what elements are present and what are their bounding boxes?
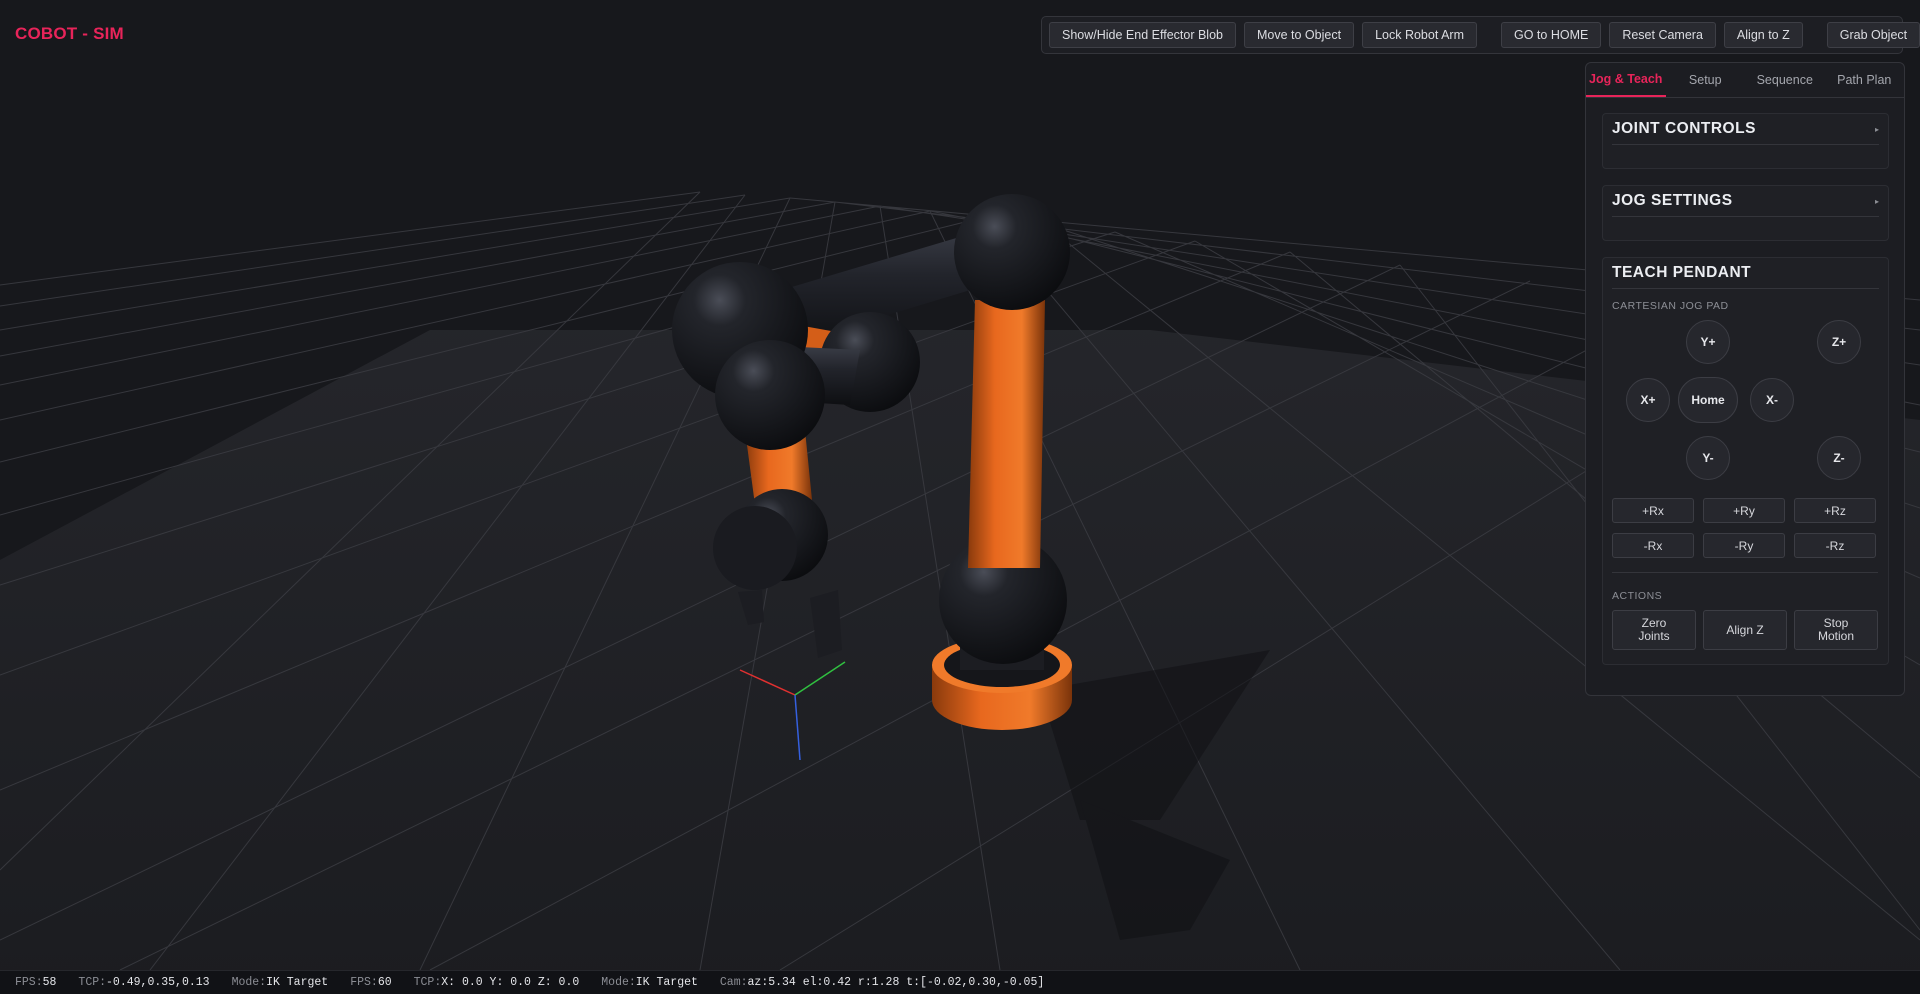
rotate-rx-plus-button[interactable]: +Rx <box>1612 498 1694 523</box>
zero-joints-button[interactable]: Zero Joints <box>1612 610 1696 650</box>
app-title: COBOT - SIM <box>15 24 124 43</box>
camera-label: Cam: <box>719 976 748 989</box>
teach-pendant-title: TEACH PENDANT <box>1612 264 1752 281</box>
go-to-home-button[interactable]: GO to HOME <box>1501 22 1602 48</box>
status-bar: FPS: 58 TCP: -0.49,0.35,0.13 Mode: IK Ta… <box>0 970 1920 994</box>
tcp-label: TCP: <box>413 976 442 989</box>
jog-settings-section: JOG SETTINGS ▸ <box>1602 185 1889 241</box>
teach-pendant-section: TEACH PENDANT CARTESIAN JOG PAD Y+ Z+ X+… <box>1602 257 1889 665</box>
lock-robot-arm-button[interactable]: Lock Robot Arm <box>1362 22 1477 48</box>
tab-sequence[interactable]: Sequence <box>1745 63 1825 97</box>
move-to-object-button[interactable]: Move to Object <box>1243 22 1355 48</box>
section-divider <box>1612 572 1878 573</box>
align-to-z-button[interactable]: Align to Z <box>1723 22 1803 48</box>
tcp-value: -0.49,0.35,0.13 <box>106 976 210 989</box>
jog-z-minus-button[interactable]: Z- <box>1817 436 1861 480</box>
expand-arrow-icon: ▸ <box>1874 196 1879 206</box>
top-toolbar: Show/Hide End Effector Blob Move to Obje… <box>1041 16 1920 54</box>
joint-controls-title: JOINT CONTROLS <box>1612 120 1756 137</box>
fps-label: FPS: <box>350 976 378 989</box>
tab-jog-teach[interactable]: Jog & Teach <box>1586 63 1666 97</box>
mode-value: IK Target <box>266 976 329 989</box>
control-panel: Jog & Teach Setup Sequence Path Plan JOI… <box>1585 62 1905 696</box>
joint-controls-header[interactable]: JOINT CONTROLS ▸ <box>1612 114 1879 145</box>
rotate-ry-minus-button[interactable]: -Ry <box>1703 533 1785 558</box>
teach-pendant-header: TEACH PENDANT <box>1612 258 1879 289</box>
align-z-action-button[interactable]: Align Z <box>1703 610 1787 650</box>
mode-label: Mode: <box>231 976 267 989</box>
reset-camera-button[interactable]: Reset Camera <box>1609 22 1716 48</box>
fps-value: 60 <box>377 976 392 989</box>
jog-x-plus-button[interactable]: X+ <box>1626 378 1670 422</box>
rotate-rx-minus-button[interactable]: -Rx <box>1612 533 1694 558</box>
tcp-label: TCP: <box>78 976 107 989</box>
rotate-rz-plus-button[interactable]: +Rz <box>1794 498 1876 523</box>
stop-motion-button[interactable]: Stop Motion <box>1794 610 1878 650</box>
cartesian-jog-pad-label: CARTESIAN JOG PAD <box>1612 300 1729 312</box>
tab-path-plan[interactable]: Path Plan <box>1825 63 1905 97</box>
jog-home-button[interactable]: Home <box>1678 377 1738 423</box>
tab-setup[interactable]: Setup <box>1666 63 1746 97</box>
grab-object-button[interactable]: Grab Object <box>1826 22 1920 48</box>
rotate-ry-plus-button[interactable]: +Ry <box>1703 498 1785 523</box>
jog-settings-title: JOG SETTINGS <box>1612 192 1733 209</box>
tcp-value: X: 0.0 Y: 0.0 Z: 0.0 <box>441 976 580 989</box>
jog-x-minus-button[interactable]: X- <box>1750 378 1794 422</box>
toggle-end-effector-blob-button[interactable]: Show/Hide End Effector Blob <box>1049 22 1236 48</box>
jog-y-minus-button[interactable]: Y- <box>1686 436 1730 480</box>
mode-value: IK Target <box>635 976 698 989</box>
jog-settings-header[interactable]: JOG SETTINGS ▸ <box>1612 186 1879 217</box>
actions-label: ACTIONS <box>1612 590 1663 602</box>
joint-controls-section: JOINT CONTROLS ▸ <box>1602 113 1889 169</box>
mode-label: Mode: <box>601 976 636 989</box>
camera-value: az:5.34 el:0.42 r:1.28 t:[-0.02,0.30,-0.… <box>747 976 1045 989</box>
panel-tabs: Jog & Teach Setup Sequence Path Plan <box>1586 63 1904 98</box>
rotate-rz-minus-button[interactable]: -Rz <box>1794 533 1876 558</box>
fps-label: FPS: <box>15 976 43 989</box>
fps-value: 58 <box>42 976 57 989</box>
jog-y-plus-button[interactable]: Y+ <box>1686 320 1730 364</box>
jog-z-plus-button[interactable]: Z+ <box>1817 320 1861 364</box>
expand-arrow-icon: ▸ <box>1874 124 1879 134</box>
